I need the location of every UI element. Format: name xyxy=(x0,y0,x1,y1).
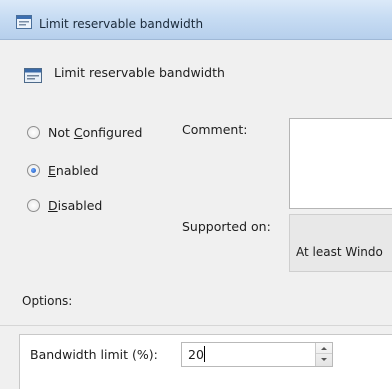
supported-on-value: At least Windo xyxy=(296,245,383,259)
radio-disabled[interactable]: Disabled xyxy=(27,198,102,213)
text-caret xyxy=(204,346,205,362)
bandwidth-limit-value[interactable]: 20 xyxy=(188,347,204,362)
comment-label: Comment: xyxy=(182,122,248,137)
options-label: Options: xyxy=(22,294,73,308)
window-title: Limit reservable bandwidth xyxy=(39,17,204,31)
radio-not-configured[interactable]: Not Configured xyxy=(27,125,142,140)
supported-on-label: Supported on: xyxy=(182,219,271,234)
spinner-control[interactable] xyxy=(315,343,332,366)
radio-circle-icon[interactable] xyxy=(27,199,40,212)
spin-down-button[interactable] xyxy=(316,354,332,365)
comment-textarea[interactable] xyxy=(289,118,392,209)
policy-setting-icon xyxy=(16,15,32,29)
radio-label-not-configured: Not Configured xyxy=(48,125,143,140)
section-divider xyxy=(0,325,392,326)
spin-up-button[interactable] xyxy=(316,343,332,354)
radio-selected-icon[interactable] xyxy=(27,164,40,177)
radio-label-disabled: Disabled xyxy=(48,198,103,213)
radio-circle-icon[interactable] xyxy=(27,126,40,139)
bandwidth-limit-spinbox[interactable]: 20 xyxy=(181,342,333,367)
supported-on-box xyxy=(289,214,392,272)
radio-label-enabled: Enabled xyxy=(48,163,99,178)
radio-enabled[interactable]: Enabled xyxy=(27,163,99,178)
arrow-down-icon xyxy=(321,358,327,361)
setting-title: Limit reservable bandwidth xyxy=(54,65,225,80)
bandwidth-limit-label: Bandwidth limit (%): xyxy=(30,347,158,362)
policy-setting-icon xyxy=(24,68,42,83)
arrow-up-icon xyxy=(321,346,327,350)
title-bar[interactable]: Limit reservable bandwidth xyxy=(0,0,392,40)
